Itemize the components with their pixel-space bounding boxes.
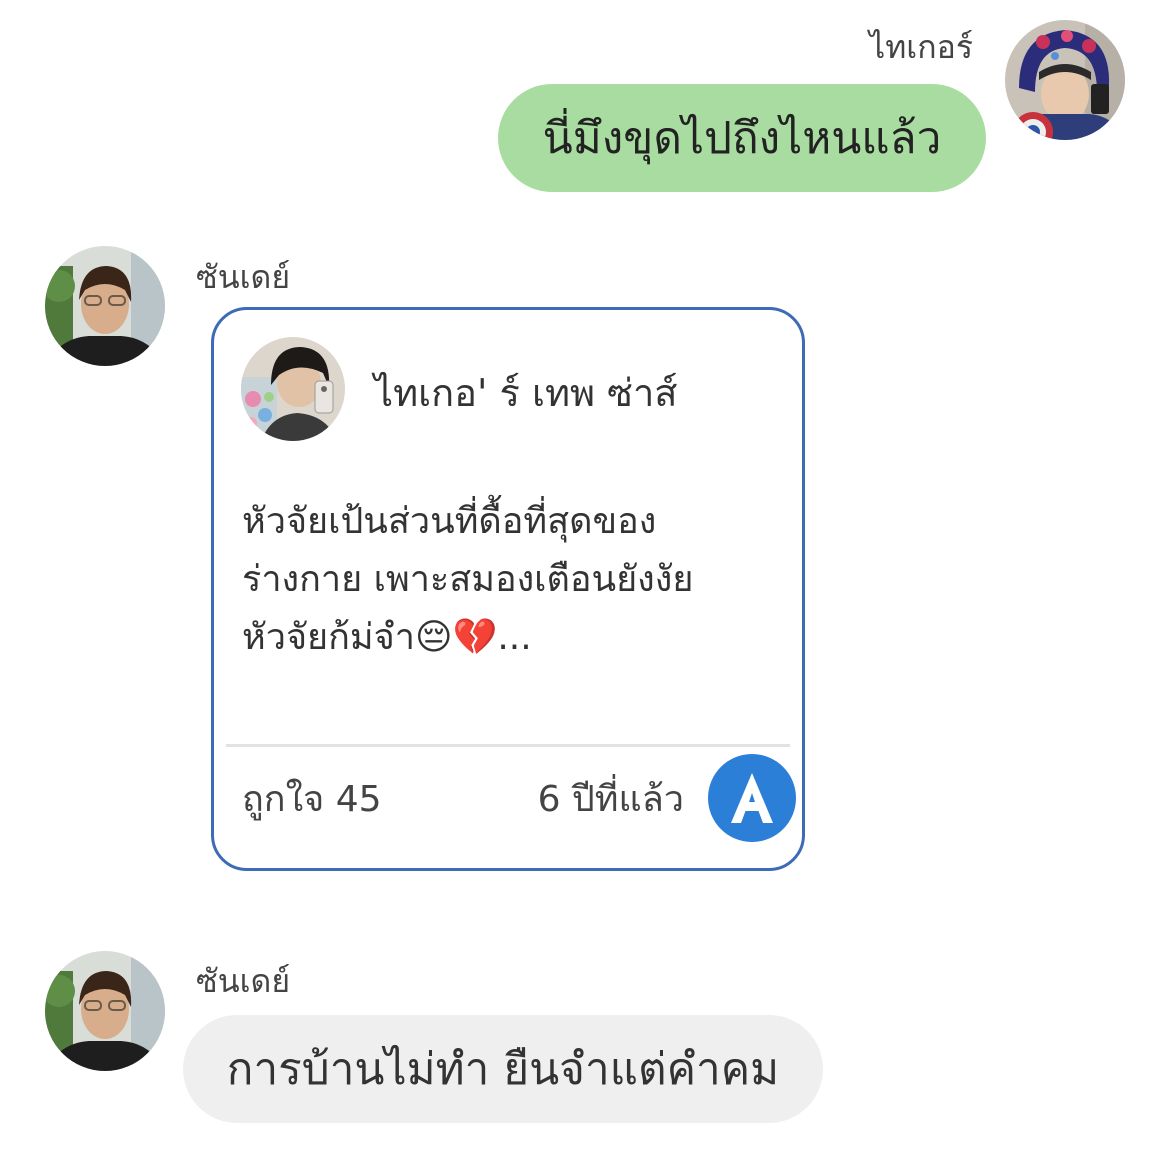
post-body-line: ร่างกาย เพาะสมองเตือนยังงัย bbox=[242, 559, 694, 600]
post-timestamp: 6 ปีที่แล้ว bbox=[537, 779, 684, 820]
message-bubble-outgoing[interactable]: นี่มึงขุดไปถึงไหนแล้ว bbox=[498, 84, 986, 192]
avatar-tiger[interactable] bbox=[1005, 20, 1125, 140]
sender-name-sunday: ซันเดย์ bbox=[196, 962, 291, 1000]
post-likes-count: ถูกใจ 45 bbox=[242, 779, 382, 820]
post-body-line: หัวจัยก้ม่จำ😔💔... bbox=[242, 617, 532, 658]
post-body: หัวจัยเป้นส่วนที่ดื้อที่สุดของ ร่างกาย เ… bbox=[242, 493, 762, 667]
avatar-sunday[interactable] bbox=[45, 951, 165, 1071]
post-body-line: หัวจัยเป้นส่วนที่ดื้อที่สุดของ bbox=[242, 501, 657, 542]
letter-a-app-icon[interactable] bbox=[708, 754, 796, 842]
avatar-sunday[interactable] bbox=[45, 246, 165, 366]
message-bubble-incoming[interactable]: การบ้านไม่ทำ ยืนจำแต่คำคม bbox=[183, 1015, 823, 1123]
post-author-avatar bbox=[241, 337, 345, 441]
chat-screen: ไทเกอร์ นี่มึงขุดไปถึงไหนแล้ว ซันเดย์ ไท… bbox=[0, 0, 1169, 1169]
post-author-name: ไทเกอ' ร์ เทพ ซ่าส์ bbox=[374, 371, 678, 415]
card-divider bbox=[226, 744, 790, 747]
sender-name-tiger: ไทเกอร์ bbox=[869, 28, 973, 66]
shared-post-card[interactable]: ไทเกอ' ร์ เทพ ซ่าส์ หัวจัยเป้นส่วนที่ดื้… bbox=[211, 307, 805, 871]
sender-name-sunday: ซันเดย์ bbox=[196, 258, 291, 296]
